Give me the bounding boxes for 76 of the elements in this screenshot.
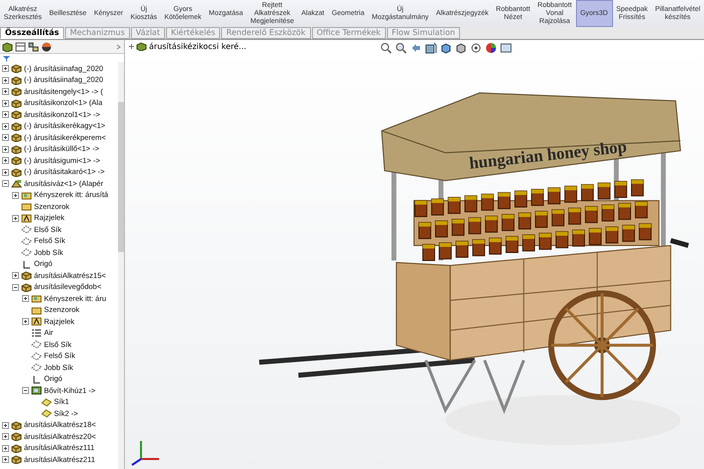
appearance-icon[interactable] (41, 42, 52, 52)
expander-icon[interactable] (12, 214, 19, 222)
plane-icon (21, 225, 32, 234)
plane-icon (31, 363, 42, 372)
expander-icon[interactable] (2, 456, 9, 464)
expander-icon[interactable] (2, 180, 9, 188)
sensor-folder-icon (21, 202, 32, 212)
tab[interactable]: Összeállítás (0, 27, 64, 39)
hide-show-icon[interactable] (470, 42, 482, 54)
zoom-icon[interactable] (380, 42, 392, 54)
plane-icon (21, 236, 32, 246)
part-icon (11, 144, 22, 154)
zoom-area-icon[interactable] (395, 42, 407, 54)
expander-icon[interactable] (12, 272, 19, 280)
expander-icon[interactable] (2, 88, 9, 96)
annotation-icon (21, 214, 32, 223)
extrude-icon (31, 386, 42, 396)
expander-icon[interactable] (12, 284, 19, 291)
material-icon (31, 328, 42, 338)
previous-view-icon[interactable] (410, 42, 422, 54)
configuration-icon[interactable] (28, 42, 39, 52)
origin-icon (31, 374, 42, 384)
expander-icon[interactable] (129, 44, 134, 49)
part-icon (11, 455, 22, 464)
expander-icon[interactable] (2, 100, 9, 107)
expander-icon[interactable] (2, 157, 9, 164)
sketch-icon (41, 398, 52, 407)
part-icon (11, 110, 22, 120)
expander-icon[interactable] (22, 318, 29, 326)
assembly-icon (136, 42, 147, 51)
expander-icon[interactable] (2, 168, 9, 176)
view-orientation-icon[interactable] (440, 42, 452, 54)
expander-icon[interactable] (2, 65, 9, 72)
expander-icon[interactable] (2, 76, 9, 84)
section-view-icon[interactable] (425, 42, 437, 54)
part-icon (11, 76, 22, 85)
expander-icon[interactable] (2, 134, 9, 142)
expander-icon[interactable] (12, 192, 19, 199)
part-icon (21, 282, 32, 292)
display-style-icon[interactable] (455, 42, 467, 54)
scrollbar-thumb[interactable] (118, 102, 124, 252)
expander-icon[interactable] (2, 122, 9, 130)
chevron-icon[interactable] (116, 44, 122, 50)
part-icon (11, 122, 22, 131)
plane-icon (21, 248, 32, 258)
expander-icon[interactable] (2, 444, 9, 452)
part-icon (11, 168, 22, 177)
assembly-icon (11, 179, 22, 188)
expander-icon[interactable] (22, 295, 29, 302)
expander-icon[interactable] (2, 422, 9, 429)
origin-icon (21, 260, 32, 269)
part-icon (11, 156, 22, 166)
part-icon (11, 87, 22, 96)
part-icon (11, 133, 22, 142)
expander-icon[interactable] (2, 146, 9, 153)
plane-icon (31, 352, 42, 361)
sensor-folder-icon (31, 306, 42, 315)
part-icon (11, 98, 22, 108)
expander-icon[interactable] (22, 387, 29, 394)
part-icon (11, 420, 22, 430)
part-icon (11, 444, 22, 453)
annotation-icon (31, 317, 42, 326)
part-icon (21, 271, 32, 280)
expander-icon[interactable] (2, 433, 9, 440)
folder-icon (31, 294, 42, 304)
sketch-icon (41, 409, 52, 418)
property-icon[interactable] (15, 42, 26, 52)
scrollbar[interactable] (118, 62, 124, 469)
appearance-icon[interactable] (485, 42, 497, 54)
expander-icon[interactable] (2, 111, 9, 118)
part-icon (11, 64, 22, 74)
scene-icon[interactable] (500, 42, 512, 54)
folder-icon (21, 190, 32, 200)
part-icon (11, 432, 22, 442)
plane-icon (31, 340, 42, 350)
assembly-name[interactable]: árusításikézikocsi keré... (149, 42, 246, 51)
